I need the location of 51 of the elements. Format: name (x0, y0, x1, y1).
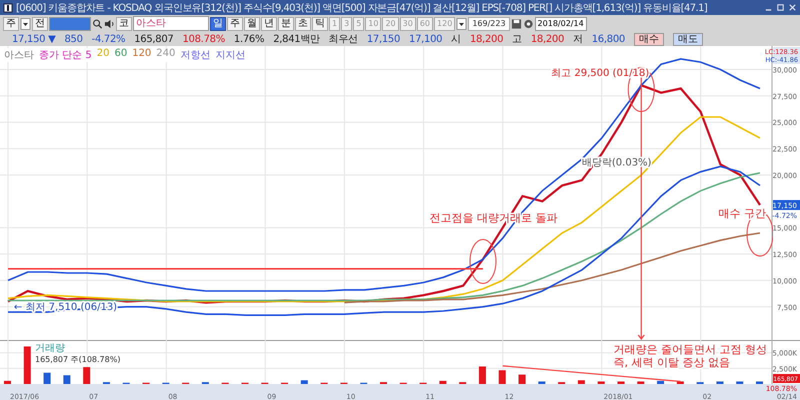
period-tab[interactable]: 틱 (312, 16, 328, 30)
quote-value: 17,150 ▼ (12, 34, 56, 44)
interval-tab[interactable]: 3 (341, 16, 352, 30)
period-tab[interactable]: 초 (295, 16, 311, 30)
quote-value: 18,200 (470, 34, 504, 44)
interval-tab[interactable]: 1 (329, 16, 340, 30)
interval-tab[interactable]: 30 (400, 16, 416, 30)
legend-item[interactable]: 저항선 (180, 48, 210, 62)
buy-button[interactable]: 매수 (634, 32, 664, 46)
interval-tab[interactable]: 60 (416, 16, 434, 30)
period-tab[interactable]: 주 (227, 16, 243, 30)
quote-value: 1.76% (234, 34, 264, 44)
interval-tab[interactable]: 5 (353, 16, 364, 30)
period-tab[interactable]: 월 (244, 16, 260, 30)
quote-value: 고 (512, 33, 522, 46)
interval-tab[interactable]: 20 (382, 16, 399, 30)
quote-value: 저 (573, 33, 583, 46)
page-counter: 169/223 (468, 16, 510, 30)
annotation-text: 즉, 세력 이탈 증상 없음 (614, 356, 730, 369)
period-tab[interactable]: 일 (210, 16, 226, 30)
quote-value: 18,200 (530, 34, 564, 44)
quote-value: 17,150 (366, 34, 400, 44)
quote-value: -4.72% (92, 34, 126, 44)
quote-value: 16,800 (592, 34, 625, 44)
volume-title: 거래량 (35, 343, 65, 354)
quote-value: 165,807 (134, 34, 174, 44)
interval-tab[interactable]: 120 (434, 16, 456, 30)
date-field[interactable]: 2018/02/14 (534, 16, 587, 30)
toolbar-button[interactable]: 전 (32, 16, 48, 30)
legend-item[interactable]: 아스타 (4, 48, 34, 62)
interval-tab[interactable]: 10 (365, 16, 382, 30)
period-tab[interactable]: 분 (278, 16, 294, 30)
quote-value: 2,841백만 (273, 33, 320, 46)
quote-value: 시 (451, 33, 461, 46)
legend-item[interactable]: 지지선 (215, 48, 246, 62)
legend-item[interactable]: 240 (156, 48, 176, 62)
legend-item[interactable]: 60 (114, 48, 128, 62)
toolbar-button[interactable]: 코 (116, 16, 132, 30)
toolbar-button[interactable]: 주 (3, 16, 19, 30)
quote-value: 최우선 (328, 33, 358, 46)
volume-summary: 165,807 주(108.78%) (35, 355, 120, 364)
stock-name-field[interactable]: 아스타 (133, 16, 209, 31)
period-tab[interactable]: 년 (261, 16, 277, 30)
legend-item[interactable]: 120 (132, 48, 152, 62)
sell-button[interactable]: 매도 (672, 32, 703, 46)
quote-value: 17,100 (409, 34, 442, 44)
annotation-text: 거래량은 줄어들면서 고점 형성 (614, 343, 768, 356)
window-title: [0600] 키움종합차트 - KOSDAQ 외국인보유[312(천)] 주식수[9,403(천)] 액면[500] 자본금[47(억)] 결산[12월] EPS[-708] PER[] 시가총액[1,613(억)] 유동비율[47.1] (16, 2, 708, 14)
quote-value: 850 (64, 34, 83, 44)
legend-item[interactable]: 종가 단순 5 (39, 48, 92, 62)
quote-value: 108.78% (182, 34, 225, 44)
